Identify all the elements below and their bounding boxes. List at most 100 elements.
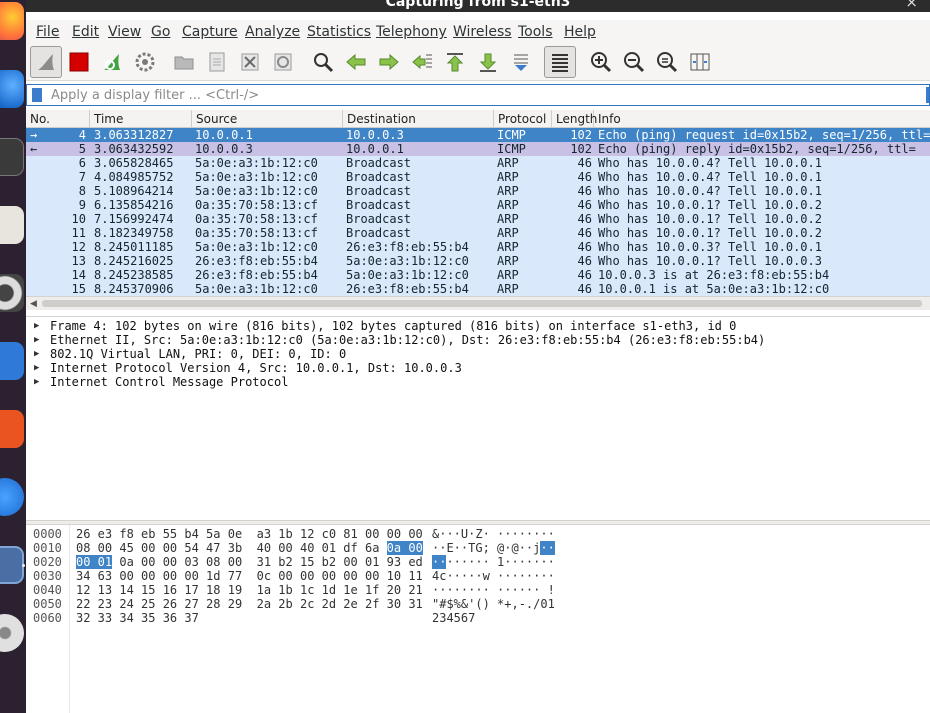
column-header-source[interactable]: Source (192, 110, 343, 128)
arrow-down-icon (479, 53, 497, 72)
detail-icmp[interactable]: ▶ Internet Control Message Protocol (26, 375, 930, 389)
reload-file-button[interactable] (267, 46, 299, 78)
files-dock-icon[interactable] (0, 206, 24, 244)
cell-protocol: ICMP (497, 142, 526, 156)
go-to-packet-button[interactable] (406, 46, 438, 78)
byte-row[interactable]: 0050 22 23 24 25 26 27 28 29 2a 2b 2c 2d… (26, 597, 930, 611)
cell-length: 102 (570, 142, 592, 156)
expand-arrow-icon[interactable]: ▶ (34, 333, 39, 347)
cell-protocol: ARP (497, 184, 519, 198)
go-back-button[interactable] (340, 46, 372, 78)
writer-dock-icon[interactable] (0, 342, 24, 380)
capture-options-button[interactable] (129, 46, 161, 78)
detail-ethernet[interactable]: ▶ Ethernet II, Src: 5a:0e:a3:1b:12:c0 (5… (26, 333, 930, 347)
byte-row[interactable]: 0030 34 63 00 00 00 00 1d 77 0c 00 00 00… (26, 569, 930, 583)
menu-wireless[interactable]: Wireless (453, 24, 512, 40)
menu-analyze[interactable]: Analyze (245, 24, 300, 40)
bookmark-icon[interactable] (32, 88, 42, 102)
filter-apply-edge[interactable] (926, 87, 929, 103)
expand-arrow-icon[interactable]: ▶ (34, 319, 39, 333)
packet-row[interactable]: 15 8.245370906 5a:0e:a3:1b:12:c0 26:e3:f… (26, 282, 930, 296)
open-file-button[interactable] (168, 46, 200, 78)
wireshark-dock-icon[interactable] (0, 546, 24, 584)
thunderbird-dock-icon[interactable] (0, 70, 24, 108)
packet-list-horizontal-scrollbar[interactable]: ◀ (26, 296, 930, 310)
zoom-out-button[interactable] (618, 46, 650, 78)
column-header-destination[interactable]: Destination (343, 110, 494, 128)
column-header-protocol[interactable]: Protocol (494, 110, 552, 128)
find-packet-button[interactable] (307, 46, 339, 78)
scroll-left-icon[interactable]: ◀ (30, 299, 37, 309)
cell-source: 0a:35:70:58:13:cf (195, 212, 318, 226)
detail-vlan[interactable]: ▶ 802.1Q Virtual LAN, PRI: 0, DEI: 0, ID… (26, 347, 930, 361)
menu-capture[interactable]: Capture (182, 24, 238, 40)
packet-list-header: No. Time Source Destination Protocol Len… (26, 110, 930, 128)
zoom-reset-button[interactable] (651, 46, 683, 78)
cell-length: 46 (577, 226, 592, 240)
disc-dock-icon[interactable] (0, 614, 24, 652)
packet-row[interactable]: 8 5.108964214 5a:0e:a3:1b:12:c0 Broadcas… (26, 184, 930, 198)
byte-row[interactable]: 0000 26 e3 f8 eb 55 b4 5a 0e a3 1b 12 c0… (26, 527, 930, 541)
menu-edit[interactable]: Edit (72, 24, 99, 40)
packet-row[interactable]: 9 6.135854216 0a:35:70:58:13:cf Broadcas… (26, 198, 930, 212)
cell-destination: 26:e3:f8:eb:55:b4 (346, 240, 469, 254)
cell-info: Who has 10.0.0.3? Tell 10.0.0.1 (598, 240, 822, 254)
column-header-info[interactable]: Info (594, 110, 930, 128)
column-header-no[interactable]: No. (26, 110, 90, 128)
byte-row[interactable]: 0040 12 13 14 15 16 17 18 19 1a 1b 1c 1d… (26, 583, 930, 597)
expand-arrow-icon[interactable]: ▶ (34, 375, 39, 389)
menu-tools[interactable]: Tools (518, 24, 553, 40)
last-packet-button[interactable] (472, 46, 504, 78)
save-file-button[interactable] (201, 46, 233, 78)
cell-time: 4.084985752 (94, 170, 174, 184)
zoom-out-icon (624, 52, 645, 73)
terminal-dock-icon[interactable] (0, 138, 24, 176)
firefox-dock-icon[interactable] (0, 2, 24, 40)
detail-frame[interactable]: ▶ Frame 4: 102 bytes on wire (816 bits),… (26, 319, 930, 333)
start-capture-button[interactable] (30, 46, 62, 78)
packet-row[interactable]: 14 8.245238585 26:e3:f8:eb:55:b4 5a:0e:a… (26, 268, 930, 282)
packet-row[interactable]: 7 4.084985752 5a:0e:a3:1b:12:c0 Broadcas… (26, 170, 930, 184)
packet-row[interactable]: 12 8.245011185 5a:0e:a3:1b:12:c0 26:e3:f… (26, 240, 930, 254)
cell-length: 46 (577, 198, 592, 212)
menu-view[interactable]: View (108, 24, 141, 40)
expand-arrow-icon[interactable]: ▶ (34, 347, 39, 361)
column-header-length[interactable]: Length (552, 110, 597, 128)
stop-capture-button[interactable] (63, 46, 95, 78)
byte-row[interactable]: 0020 00 01 0a 00 00 03 08 00 31 b2 15 b2… (26, 555, 930, 569)
menu-help[interactable]: Help (564, 24, 596, 40)
go-forward-button[interactable] (373, 46, 405, 78)
menu-go[interactable]: Go (151, 24, 170, 40)
menu-telephony[interactable]: Telephony (376, 24, 447, 40)
expand-arrow-icon[interactable]: ▶ (34, 361, 39, 375)
detail-ipv4[interactable]: ▶ Internet Protocol Version 4, Src: 10.0… (26, 361, 930, 375)
first-packet-button[interactable] (439, 46, 471, 78)
help-dock-icon[interactable] (0, 478, 24, 516)
byte-row[interactable]: 0060 32 33 34 35 36 37 234567 (26, 611, 930, 625)
cell-no: 15 (71, 282, 86, 296)
close-file-button[interactable] (234, 46, 266, 78)
zoom-in-icon (591, 52, 612, 73)
zoom-in-button[interactable] (585, 46, 617, 78)
scrollbar-thumb[interactable] (42, 300, 922, 307)
colorize-button[interactable] (544, 46, 576, 78)
autoscroll-button[interactable] (505, 46, 537, 78)
cell-time: 8.245238585 (94, 268, 174, 282)
packet-row[interactable]: 11 8.182349758 0a:35:70:58:13:cf Broadca… (26, 226, 930, 240)
software-dock-icon[interactable] (0, 410, 24, 448)
packet-row[interactable]: 6 3.065828465 5a:0e:a3:1b:12:c0 Broadcas… (26, 156, 930, 170)
packet-row[interactable]: 10 7.156992474 0a:35:70:58:13:cf Broadca… (26, 212, 930, 226)
restart-capture-button[interactable] (96, 46, 128, 78)
close-icon[interactable]: × (905, 0, 918, 11)
column-header-time[interactable]: Time (90, 110, 192, 128)
menu-statistics[interactable]: Statistics (307, 24, 371, 40)
display-filter-input[interactable] (51, 86, 921, 104)
packet-row[interactable]: 13 8.245216025 26:e3:f8:eb:55:b4 5a:0e:a… (26, 254, 930, 268)
packet-row[interactable]: ← 5 3.063432592 10.0.0.3 10.0.0.1 ICMP 1… (26, 142, 930, 156)
byte-row[interactable]: 0010 08 00 45 00 00 54 47 3b 40 00 40 01… (26, 541, 930, 555)
packet-row[interactable]: → 4 3.063312827 10.0.0.1 10.0.0.3 ICMP 1… (26, 128, 930, 142)
menu-file[interactable]: File (36, 24, 59, 40)
cell-destination: Broadcast (346, 212, 412, 226)
resize-columns-button[interactable] (684, 46, 716, 78)
rhythmbox-dock-icon[interactable] (0, 274, 24, 312)
